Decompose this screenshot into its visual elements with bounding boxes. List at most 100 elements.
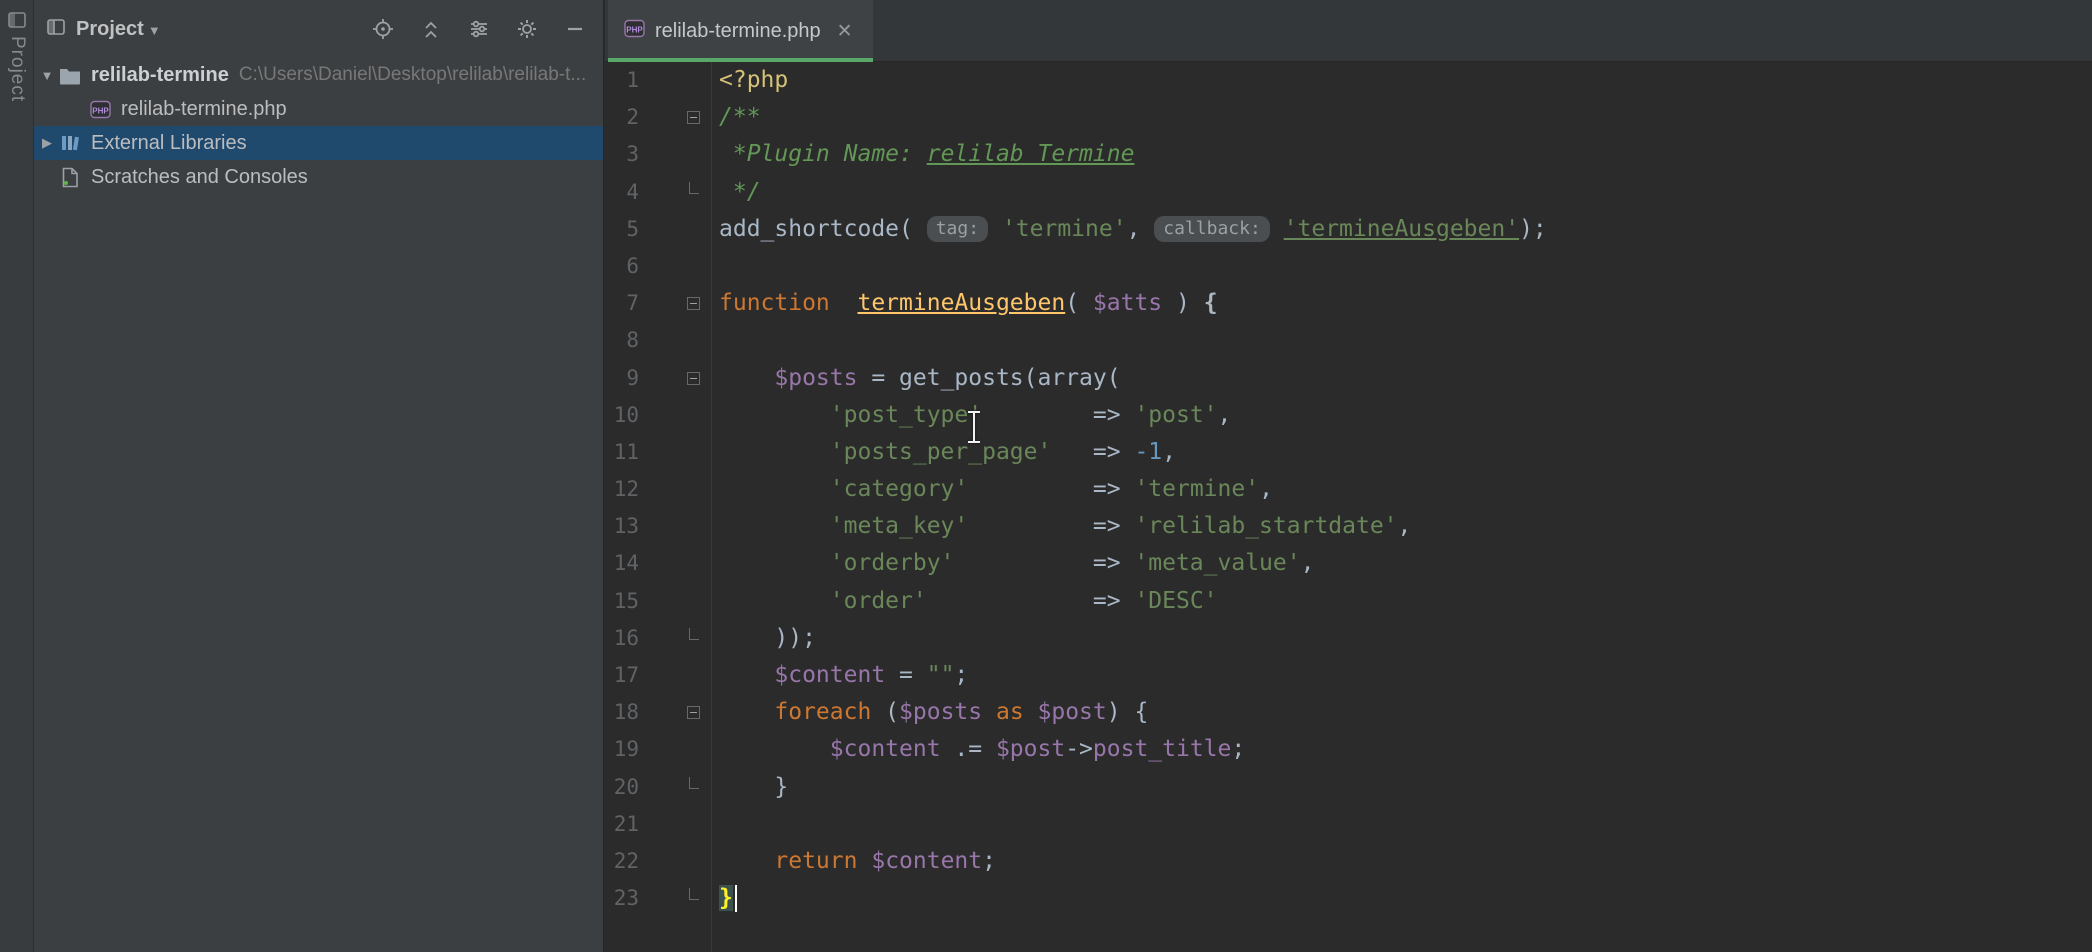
fold-spacer [639,508,711,545]
code-line-15[interactable]: 15 'order' => 'DESC' [605,583,2092,620]
code-text: 'category' => 'termine', [711,471,1273,508]
php-file-icon: PHP [88,98,112,120]
collapse-all-icon[interactable] [419,17,443,41]
code-line-1[interactable]: 1 <?php [605,62,2092,99]
code-line-22[interactable]: 22 return $content; [605,843,2092,880]
code-line-8[interactable]: 8 [605,322,2092,359]
code-line-21[interactable]: 21 [605,806,2092,843]
filter-icon[interactable] [467,17,491,41]
fold-spacer [639,806,711,843]
code-line-20[interactable]: 20 } [605,769,2092,806]
code-line-19[interactable]: 19 $content .= $post->post_title; [605,731,2092,768]
code-text: /** [711,99,761,136]
code-text: 'meta_key' => 'relilab_startdate', [711,508,1411,545]
hide-panel-icon[interactable] [563,17,587,41]
code-line-23[interactable]: 23} [605,880,2092,917]
code-text: $content .= $post->post_title; [711,731,1245,768]
code-text: $content = ""; [711,657,968,694]
code-line-16[interactable]: 16 )); [605,620,2092,657]
project-stripe-icon[interactable] [7,10,27,35]
code-line-11[interactable]: 11 'posts_per_page' => -1, [605,434,2092,471]
code-line-4[interactable]: 4 */ [605,174,2092,211]
code-line-12[interactable]: 12 'category' => 'termine', [605,471,2092,508]
fold-start-icon[interactable] [639,285,711,322]
fold-spacer [639,211,711,248]
line-number: 16 [605,620,639,657]
ide-window: Project Project ▼ ▼ relilab-termine C:\Use… [0,0,2092,952]
line-number: 14 [605,545,639,582]
fold-spacer [639,583,711,620]
fold-spacer [639,136,711,173]
tab-label: relilab-termine.php [655,20,821,43]
tree-item-external-libraries[interactable]: ▶ External Libraries [34,126,603,160]
code-line-9[interactable]: 9 $posts = get_posts(array( [605,360,2092,397]
line-number: 22 [605,843,639,880]
line-number: 4 [605,174,639,211]
fold-spacer [639,657,711,694]
project-tool-icon [46,17,66,42]
code-line-3[interactable]: 3 *Plugin Name: relilab Termine [605,136,2092,173]
settings-gear-icon[interactable] [515,17,539,41]
code-text: <?php [711,62,788,99]
fold-start-icon[interactable] [639,694,711,731]
tree-item-label: relilab-termine.php [121,98,287,121]
fold-spacer [639,248,711,285]
code-text: return $content; [711,843,996,880]
tree-item-label: relilab-termine [91,64,229,87]
tab-close-icon[interactable]: ✕ [837,20,853,43]
code-line-13[interactable]: 13 'meta_key' => 'relilab_startdate', [605,508,2092,545]
tab-relilab-termine-php[interactable]: PHP relilab-termine.php ✕ [608,0,873,62]
line-number: 2 [605,99,639,136]
line-number: 11 [605,434,639,471]
tree-item-relilab-termine-php[interactable]: PHP relilab-termine.php [34,92,603,126]
project-stripe-label[interactable]: Project [6,36,28,102]
fold-spacer [639,434,711,471]
code-line-6[interactable]: 6 [605,248,2092,285]
line-number: 10 [605,397,639,434]
external-libraries-icon [58,132,82,154]
code-text: 'post_type' => 'post', [711,397,1231,434]
fold-spacer [639,731,711,768]
fold-spacer [639,397,711,434]
code-line-5[interactable]: 5 add_shortcode( tag: 'termine', callback… [605,211,2092,248]
fold-start-icon[interactable] [639,360,711,397]
tree-item-path: C:\Users\Daniel\Desktop\relilab\relilab-… [239,64,586,86]
line-number: 18 [605,694,639,731]
line-number: 15 [605,583,639,620]
fold-spacer [639,322,711,359]
scratches-icon [58,166,82,188]
fold-end-icon[interactable] [639,174,711,211]
code-line-2[interactable]: 2 /** [605,99,2092,136]
code-text [711,806,719,843]
locate-icon[interactable] [371,17,395,41]
code-editor[interactable]: 1 <?php 2 /**3 *Plugin Name: relilab Termin… [605,62,2092,952]
fold-end-icon[interactable] [639,769,711,806]
fold-end-icon[interactable] [639,880,711,917]
tree-item-label: External Libraries [91,132,247,155]
line-number: 8 [605,322,639,359]
code-line-17[interactable]: 17 $content = ""; [605,657,2092,694]
code-text: add_shortcode( tag: 'termine', callback:… [711,211,1547,248]
code-line-7[interactable]: 7 function termineAusgeben( $atts ) { [605,285,2092,322]
fold-start-icon[interactable] [639,99,711,136]
line-number: 3 [605,136,639,173]
code-line-18[interactable]: 18 foreach ($posts as $post) { [605,694,2092,731]
code-line-14[interactable]: 14 'orderby' => 'meta_value', [605,545,2092,582]
line-number: 1 [605,62,639,99]
chevron-right-icon[interactable]: ▶ [36,135,58,151]
tree-item-relilab-termine[interactable]: ▼ relilab-termine C:\Users\Daniel\Desktop\… [34,58,603,92]
fold-spacer [639,62,711,99]
line-number: 23 [605,880,639,917]
code-text: } [711,880,737,917]
tree-item-label: Scratches and Consoles [91,166,308,189]
php-file-icon: PHP [624,18,645,44]
fold-end-icon[interactable] [639,620,711,657]
chevron-down-icon[interactable]: ▼ [36,68,58,83]
line-number: 5 [605,211,639,248]
code-text: function termineAusgeben( $atts ) { [711,285,1218,322]
line-number: 7 [605,285,639,322]
project-panel-title[interactable]: Project [76,18,144,41]
tree-item-scratches-and-consoles[interactable]: Scratches and Consoles [34,160,603,194]
chevron-down-icon[interactable]: ▼ [148,23,161,38]
code-line-10[interactable]: 10 'post_type' => 'post', [605,397,2092,434]
